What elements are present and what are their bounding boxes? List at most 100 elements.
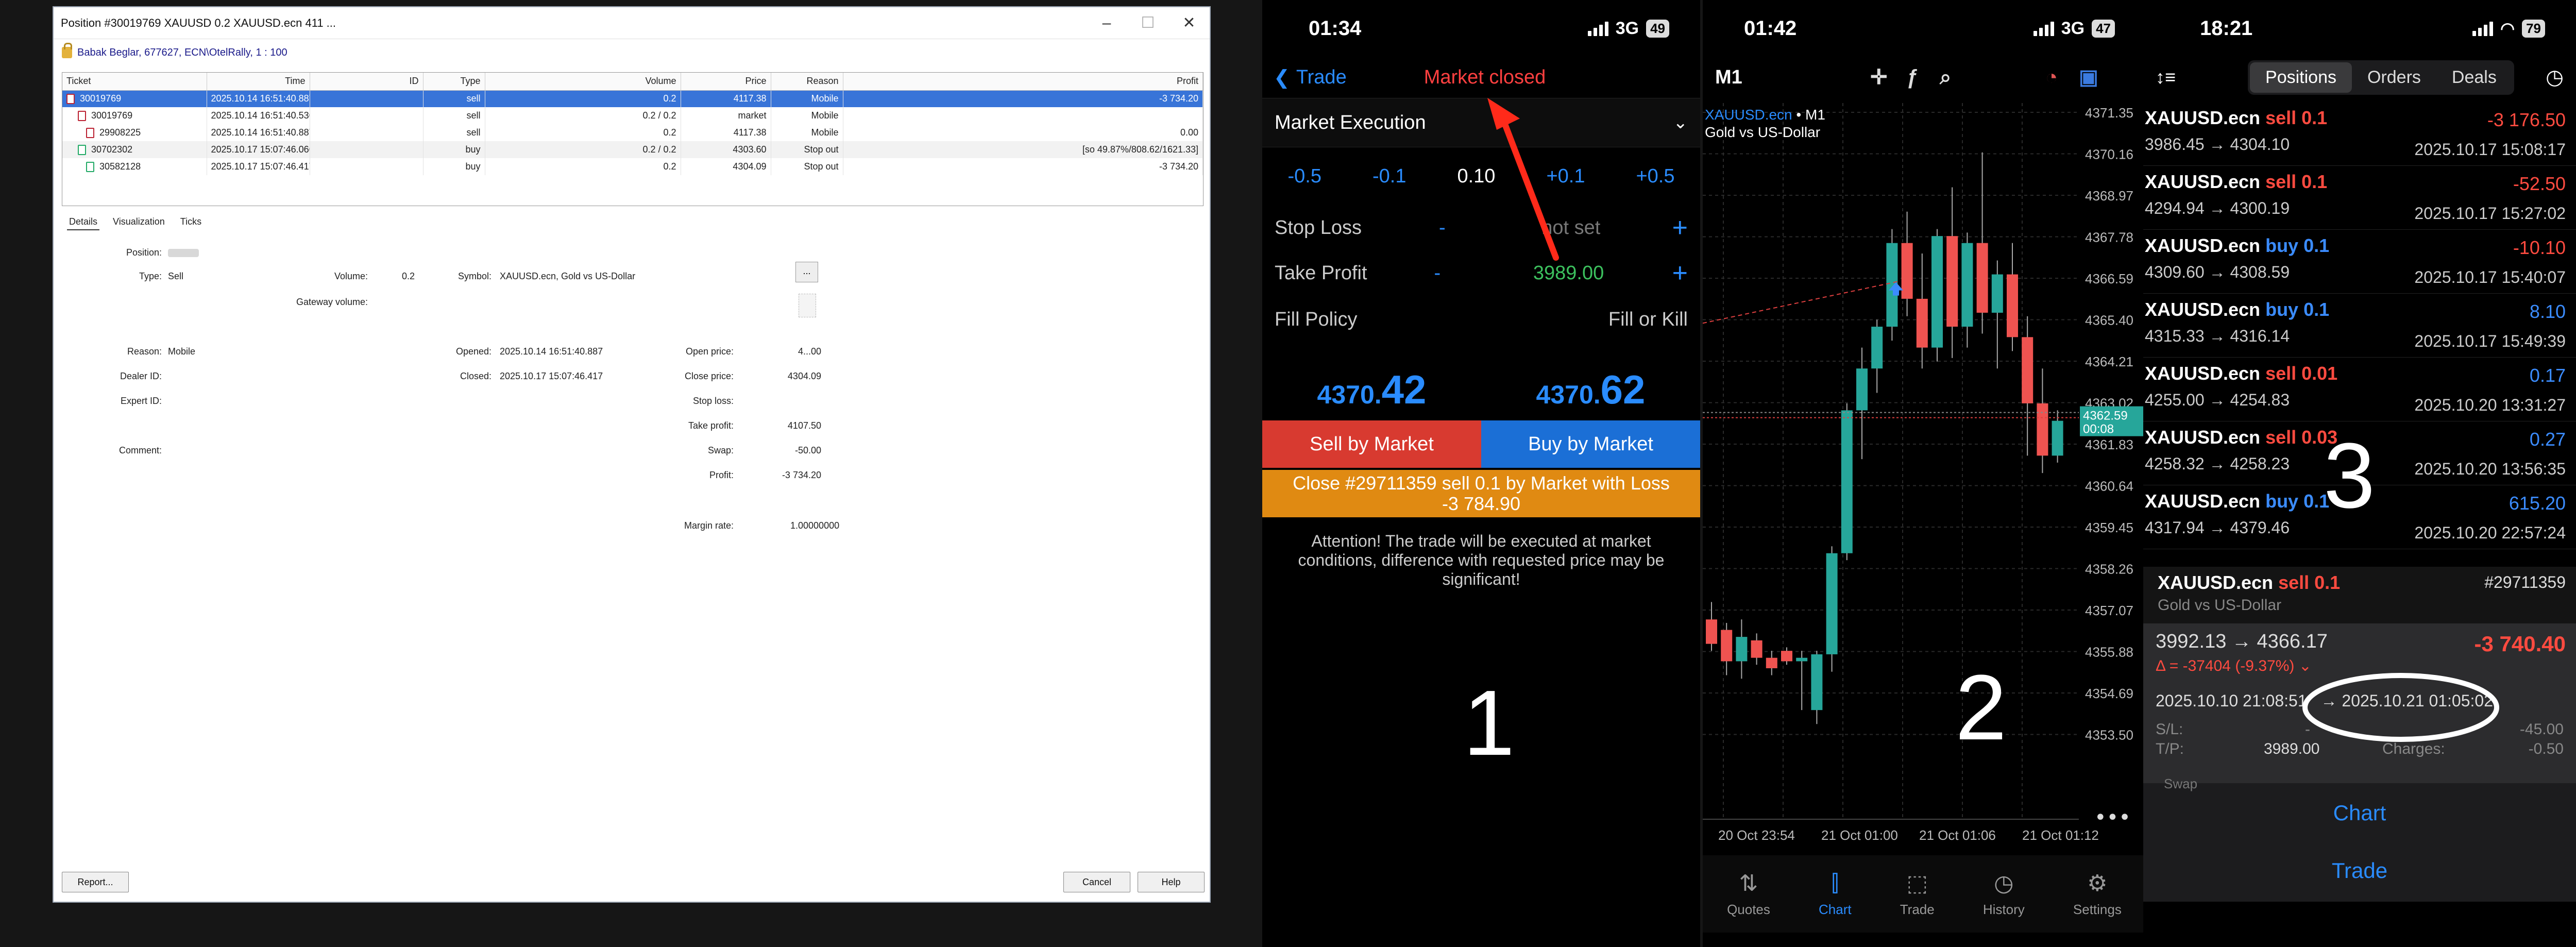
candle-body xyxy=(1736,637,1748,662)
cancel-button[interactable]: Cancel xyxy=(1063,872,1130,892)
candle-body xyxy=(1871,327,1883,369)
annotation-number-2: 2 xyxy=(1955,656,2007,759)
maximize-icon[interactable]: ☐ xyxy=(1127,7,1168,39)
table-row[interactable]: 29908225 2025.10.14 16:51:40.887 sell 0.… xyxy=(62,124,1203,141)
chart-background xyxy=(1703,103,2146,845)
col-ticket[interactable]: Ticket xyxy=(62,73,207,91)
table-row[interactable]: 30019769 2025.10.14 16:51:40.887 sell 0.… xyxy=(62,90,1203,107)
margin-rate-label: Margin rate: xyxy=(684,520,734,531)
timeframe-button[interactable]: M1 xyxy=(1715,66,1742,89)
annotation-number-3: 3 xyxy=(2324,424,2376,528)
trade-link[interactable]: Trade xyxy=(2143,842,2576,899)
col-profit[interactable]: Profit xyxy=(843,73,1203,91)
chart-link[interactable]: Chart xyxy=(2143,783,2576,842)
sort-icon[interactable]: ↕≡ xyxy=(2156,66,2176,88)
document-icon xyxy=(799,294,816,317)
margin-rate-value: 1.00000000 xyxy=(790,520,840,531)
col-reason[interactable]: Reason xyxy=(771,73,843,91)
detail-swap-label: Swap xyxy=(2164,776,2198,791)
list-item[interactable]: XAUUSD.ecn buy 0.1 4309.60 → 4308.59 -10.1… xyxy=(2143,230,2576,294)
tab-history[interactable]: ◷ History xyxy=(1983,855,2025,933)
tab-quotes[interactable]: ⇅ Quotes xyxy=(1727,855,1770,933)
indicators-icon[interactable]: ƒ xyxy=(1906,66,1918,89)
minimize-icon[interactable]: – xyxy=(1086,7,1127,39)
list-item[interactable]: XAUUSD.ecn sell 0.1 3986.45 → 4304.10 -3 1… xyxy=(2143,102,2576,166)
position-profit: -10.10 xyxy=(2513,237,2566,258)
quotes-icon: ⇅ xyxy=(1739,871,1758,896)
close-icon[interactable]: ✕ xyxy=(1168,7,1210,39)
tab-details[interactable]: Details xyxy=(67,214,100,230)
dealer-id-label: Dealer ID: xyxy=(120,371,162,381)
list-item[interactable]: XAUUSD.ecn sell 0.01 4255.00 → 4254.83 0.1… xyxy=(2143,358,2576,421)
col-time[interactable]: Time xyxy=(207,73,310,91)
time-tick-label: 20 Oct 23:54 xyxy=(1718,827,1795,843)
profit-label: Profit: xyxy=(709,470,734,480)
segment-orders[interactable]: Orders xyxy=(2352,62,2436,93)
cell-ticket: 30019769 xyxy=(91,110,133,121)
one-click-icon[interactable]: ◔ xyxy=(2045,66,2058,89)
table-row[interactable]: 30702302 2025.10.17 15:07:46.066 buy 0.2… xyxy=(62,141,1203,158)
tab-chart[interactable]: ⫿ Chart xyxy=(1819,855,1852,933)
chart-description: Gold vs US-Dollar xyxy=(1705,124,1821,140)
crosshair-icon[interactable]: ✛ xyxy=(1870,65,1888,89)
open-price-value: 4...00 xyxy=(798,346,821,357)
table-row[interactable]: 30582128 2025.10.17 15:07:46.417 buy 0.2… xyxy=(62,158,1203,175)
red-arrow-annotation xyxy=(1487,98,1559,261)
cell-time: 2025.10.14 16:51:40.887 xyxy=(207,90,310,107)
candle-body xyxy=(1751,640,1762,658)
cell-profit: [so 49.87%/808.62/1621.33] xyxy=(843,141,1203,158)
candle-body xyxy=(1781,651,1792,662)
segment-deals[interactable]: Deals xyxy=(2436,62,2512,93)
detail-description: Gold vs US-Dollar xyxy=(2158,597,2282,614)
candle-body xyxy=(1991,274,2003,313)
list-item[interactable]: XAUUSD.ecn buy 0.1 4315.33 → 4316.14 8.10 2… xyxy=(2143,294,2576,358)
candle-body xyxy=(1916,298,1928,348)
position-date: 2025.10.20 13:31:27 xyxy=(2414,396,2566,414)
profit-value: -3 734.20 xyxy=(782,470,821,480)
tab-visualization[interactable]: Visualization xyxy=(111,214,167,230)
annotation-number-1: 1 xyxy=(1463,671,1515,775)
more-button[interactable]: ... xyxy=(795,262,818,282)
position-detail-card: XAUUSD.ecn sell 0.1 Gold vs US-Dollar #2… xyxy=(2143,567,2576,902)
col-price[interactable]: Price xyxy=(681,73,771,91)
reason-label: Reason: xyxy=(127,346,162,357)
chart-icon: ⫿ xyxy=(1831,870,1839,896)
list-item[interactable]: XAUUSD.ecn sell 0.1 4294.94 → 4300.19 -52.… xyxy=(2143,166,2576,230)
help-button[interactable]: Help xyxy=(1138,872,1205,892)
clock-icon[interactable]: ◷ xyxy=(2546,65,2564,89)
col-volume[interactable]: Volume xyxy=(485,73,681,91)
table-row[interactable]: 30019769 2025.10.14 16:51:40.536 sell 0.… xyxy=(62,107,1203,124)
position-label: Position: xyxy=(126,247,162,258)
candlestick-chart[interactable]: 4371.35 4370.16 4368.97 4367.78 4366.59 4365.… xyxy=(1703,103,2146,845)
position-profit: -3 176.50 xyxy=(2487,109,2566,130)
tab-ticks[interactable]: Ticks xyxy=(178,214,204,230)
white-ellipse-annotation xyxy=(2302,673,2499,742)
tab-settings[interactable]: ⚙ Settings xyxy=(2073,855,2122,933)
col-id[interactable]: ID xyxy=(310,73,423,91)
report-button[interactable]: Report... xyxy=(62,872,129,892)
position-date: 2025.10.20 13:56:35 xyxy=(2414,460,2566,478)
col-type[interactable]: Type xyxy=(423,73,485,91)
opened-label: Opened: xyxy=(455,346,492,357)
sell-deal-icon xyxy=(66,94,75,105)
cell-type: buy xyxy=(423,141,485,158)
current-price-label: 4362.59 xyxy=(2083,409,2128,423)
gateway-volume-label: Gateway volume: xyxy=(296,297,368,307)
open-price-label: Open price: xyxy=(685,346,734,357)
candle-body xyxy=(1721,630,1733,662)
segment-positions[interactable]: Positions xyxy=(2250,62,2352,93)
tab-trade[interactable]: ⬚ Trade xyxy=(1900,855,1935,933)
position-profit: 0.27 xyxy=(2529,429,2566,450)
buy-deal-icon xyxy=(86,162,94,173)
objects-icon[interactable]: ⌕ xyxy=(1940,66,1951,89)
detail-header: XAUUSD.ecn sell 0.1 Gold vs US-Dollar #2… xyxy=(2143,567,2576,623)
trade-icon[interactable]: ▣ xyxy=(2079,65,2098,89)
dialog-title: Position #30019769 XAUUSD 0.2 XAUUSD.ecn… xyxy=(61,16,336,29)
account-text: Babak Beglar, 677627, ECN\OtelRally, 1 :… xyxy=(77,46,287,58)
history-segments: Positions Orders Deals xyxy=(2248,60,2514,95)
candle-body xyxy=(1856,368,1868,411)
candle-body xyxy=(1826,553,1838,654)
position-date: 2025.10.17 15:49:39 xyxy=(2414,332,2566,350)
price-tick-label: 4368.97 xyxy=(2085,188,2133,204)
cell-price: 4117.38 xyxy=(681,124,771,141)
